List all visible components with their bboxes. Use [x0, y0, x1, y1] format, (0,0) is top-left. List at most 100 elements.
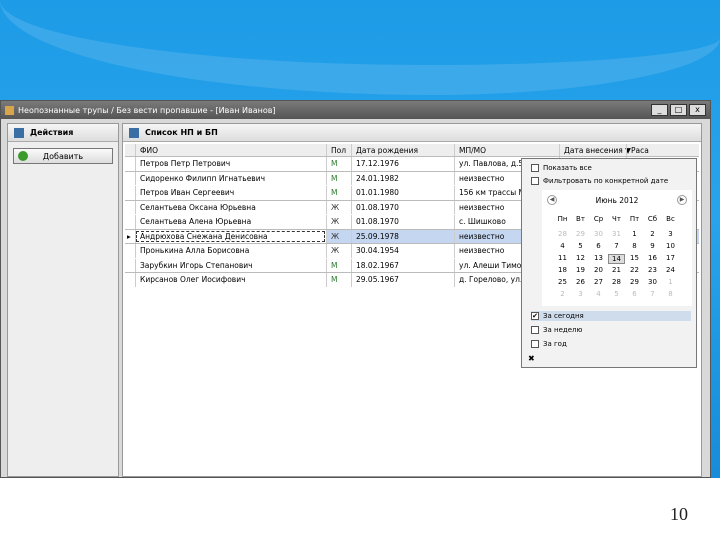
calendar-day[interactable]: 25 — [554, 278, 571, 286]
calendar-day[interactable]: 7 — [608, 242, 625, 250]
actions-icon — [14, 127, 24, 138]
cell-sex: М — [326, 258, 351, 272]
col-date-added[interactable]: Дата внесения ▼ — [559, 144, 631, 156]
cell-sex: Ж — [326, 244, 351, 258]
actions-title: Действия — [30, 128, 74, 137]
calendar-day[interactable]: 7 — [644, 290, 661, 298]
show-all-checkbox[interactable]: Показать все — [531, 163, 691, 173]
calendar-day[interactable]: 3 — [662, 230, 679, 238]
plus-icon — [18, 151, 28, 161]
calendar-day[interactable]: 4 — [590, 290, 607, 298]
cell-name: Сидоренко Филипп Игнатьевич — [135, 171, 326, 185]
cell-name: Зарубкин Игорь Степанович — [135, 258, 326, 272]
calendar-day[interactable]: 12 — [572, 254, 589, 262]
close-popup-icon[interactable]: ✖ — [528, 354, 535, 363]
cell-name: Кирсанов Олег Иосифович — [135, 273, 326, 287]
cell-sex: Ж — [326, 215, 351, 229]
calendar-day[interactable]: 29 — [626, 278, 643, 286]
col-date-added-label: Дата внесения — [564, 146, 623, 155]
cell-sex: М — [326, 186, 351, 200]
calendar-day[interactable]: 21 — [608, 266, 625, 274]
specific-date-checkbox[interactable]: Фильтровать по конкретной дате — [531, 176, 691, 186]
person-icon — [129, 127, 139, 138]
cell-dob: 01.08.1970 — [351, 200, 454, 214]
col-race[interactable]: Раса — [626, 144, 699, 156]
row-indicator-icon: ▸ — [127, 231, 131, 241]
calendar-day[interactable]: 22 — [626, 266, 643, 274]
actions-panel: Действия Добавить — [7, 123, 119, 477]
col-dob[interactable]: Дата рождения — [351, 144, 454, 156]
calendar-day[interactable]: 23 — [644, 266, 661, 274]
calendar-day[interactable]: 30 — [590, 230, 607, 238]
calendar-day[interactable]: 5 — [572, 242, 589, 250]
calendar-day[interactable]: 8 — [626, 242, 643, 250]
calendar-day[interactable]: 13 — [590, 254, 607, 262]
calendar-day[interactable]: 31 — [608, 230, 625, 238]
calendar-day[interactable]: 19 — [572, 266, 589, 274]
calendar-day[interactable]: 20 — [590, 266, 607, 274]
app-icon — [5, 105, 14, 115]
show-all-label: Показать все — [543, 164, 592, 172]
calendar-day[interactable]: 10 — [662, 242, 679, 250]
weekday-label: Сб — [647, 215, 658, 223]
calendar-day[interactable]: 1 — [662, 278, 679, 286]
cell-sex: М — [326, 273, 351, 287]
calendar-day[interactable]: 5 — [608, 290, 625, 298]
calendar-day[interactable]: 29 — [572, 230, 589, 238]
cell-name: Андрюхова Снежана Денисовна — [135, 229, 326, 243]
maximize-button[interactable]: □ — [670, 104, 687, 116]
close-button[interactable]: x — [689, 104, 706, 116]
calendar-day[interactable]: 28 — [608, 278, 625, 286]
calendar-day[interactable]: 26 — [572, 278, 589, 286]
calendar-day[interactable]: 2 — [644, 230, 661, 238]
date-filter-popup: Показать все Фильтровать по конкретной д… — [521, 158, 697, 368]
calendar-day[interactable]: 6 — [626, 290, 643, 298]
calendar-day[interactable]: 8 — [662, 290, 679, 298]
today-label: За сегодня — [543, 312, 584, 320]
today-checkbox[interactable]: ✔ За сегодня — [531, 311, 691, 321]
background-swoosh — [0, 0, 720, 95]
window-title: Неопознанные трупы / Без вести пропавшие… — [18, 105, 276, 115]
col-name[interactable]: ФИО — [135, 144, 326, 156]
cell-name: Петров Иван Сергеевич — [135, 186, 326, 200]
cell-dob: 17.12.1976 — [351, 157, 454, 171]
cell-name: Пронькина Алла Борисовна — [135, 244, 326, 258]
calendar-day[interactable]: 24 — [662, 266, 679, 274]
col-sex[interactable]: Пол — [326, 144, 351, 156]
add-button[interactable]: Добавить — [13, 148, 113, 164]
calendar-day[interactable]: 28 — [554, 230, 571, 238]
calendar-day[interactable]: 18 — [554, 266, 571, 274]
year-checkbox[interactable]: За год — [531, 339, 691, 349]
calendar-month: Июнь 2012 — [595, 196, 639, 205]
list-title: Список НП и БП — [145, 128, 218, 137]
cell-name: Петров Петр Петрович — [135, 157, 326, 171]
calendar-day[interactable]: 16 — [644, 254, 661, 262]
calendar-day[interactable]: 9 — [644, 242, 661, 250]
calendar-day[interactable]: 1 — [626, 230, 643, 238]
week-checkbox[interactable]: За неделю — [531, 325, 691, 335]
calendar-day[interactable]: 3 — [572, 290, 589, 298]
weekday-label: Чт — [612, 215, 621, 223]
calendar-day[interactable]: 14 — [608, 254, 625, 264]
calendar-day[interactable]: 17 — [662, 254, 679, 262]
calendar-day[interactable]: 4 — [554, 242, 571, 250]
weekday-label: Ср — [593, 215, 604, 223]
cell-dob: 18.02.1967 — [351, 258, 454, 272]
add-button-label: Добавить — [42, 151, 84, 161]
col-place[interactable]: МП/МО — [454, 144, 559, 156]
calendar-day[interactable]: 6 — [590, 242, 607, 250]
calendar-day[interactable]: 15 — [626, 254, 643, 262]
calendar-day[interactable]: 2 — [554, 290, 571, 298]
specific-date-label: Фильтровать по конкретной дате — [543, 177, 669, 185]
minimize-button[interactable]: _ — [651, 104, 668, 116]
cell-name: Селантьева Оксана Юрьевна — [135, 200, 326, 214]
cell-sex: М — [326, 157, 351, 171]
cell-sex: Ж — [326, 229, 351, 243]
calendar-day[interactable]: 11 — [554, 254, 571, 262]
calendar-day[interactable]: 27 — [590, 278, 607, 286]
weekday-label: Пт — [629, 215, 640, 223]
cell-sex: Ж — [326, 200, 351, 214]
weekday-label: Вс — [666, 215, 675, 223]
calendar-day[interactable]: 30 — [644, 278, 661, 286]
next-month-icon[interactable]: ▶ — [677, 195, 687, 205]
